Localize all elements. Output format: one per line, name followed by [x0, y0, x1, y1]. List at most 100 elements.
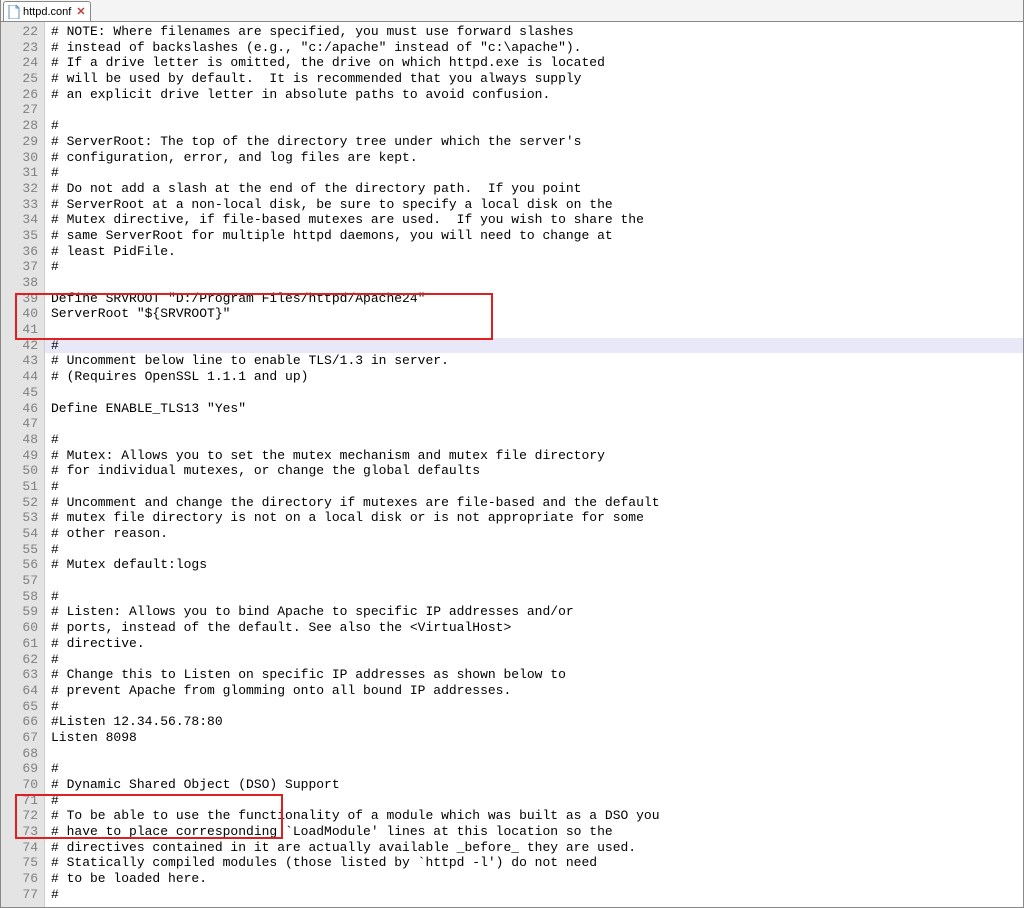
code-line[interactable]: # Uncomment below line to enable TLS/1.3… [51, 353, 1023, 369]
code-line[interactable]: # [51, 793, 1023, 809]
code-line[interactable]: # [51, 259, 1023, 275]
code-line[interactable]: # mutex file directory is not on a local… [51, 510, 1023, 526]
line-number: 55 [1, 542, 38, 558]
code-line[interactable]: #Listen 12.34.56.78:80 [51, 714, 1023, 730]
line-number: 25 [1, 71, 38, 87]
code-line[interactable]: # an explicit drive letter in absolute p… [51, 87, 1023, 103]
code-line[interactable]: # [51, 432, 1023, 448]
code-line[interactable]: # Dynamic Shared Object (DSO) Support [51, 777, 1023, 793]
code-line[interactable]: # other reason. [51, 526, 1023, 542]
code-line[interactable]: # [45, 338, 1023, 354]
line-number: 46 [1, 401, 38, 417]
code-line[interactable] [51, 275, 1023, 291]
line-number-gutter: 2223242526272829303132333435363738394041… [1, 22, 45, 907]
code-line[interactable]: Listen 8098 [51, 730, 1023, 746]
line-number: 42 [1, 338, 38, 354]
code-line[interactable]: # same ServerRoot for multiple httpd dae… [51, 228, 1023, 244]
line-number: 75 [1, 855, 38, 871]
code-line[interactable]: # Mutex: Allows you to set the mutex mec… [51, 448, 1023, 464]
code-line[interactable]: # [51, 887, 1023, 903]
code-line[interactable]: # (Requires OpenSSL 1.1.1 and up) [51, 369, 1023, 385]
code-line[interactable]: # Uncomment and change the directory if … [51, 495, 1023, 511]
line-number: 67 [1, 730, 38, 746]
code-line[interactable]: # to be loaded here. [51, 871, 1023, 887]
code-line[interactable]: # configuration, error, and log files ar… [51, 150, 1023, 166]
code-line[interactable]: Define SRVROOT "D:/Program Files/httpd/A… [51, 291, 1023, 307]
line-number: 29 [1, 134, 38, 150]
code-line[interactable]: # instead of backslashes (e.g., "c:/apac… [51, 40, 1023, 56]
line-number: 54 [1, 526, 38, 542]
line-number: 33 [1, 197, 38, 213]
line-number: 51 [1, 479, 38, 495]
line-number: 62 [1, 652, 38, 668]
line-number: 36 [1, 244, 38, 260]
code-line[interactable] [51, 322, 1023, 338]
line-number: 22 [1, 24, 38, 40]
line-number: 70 [1, 777, 38, 793]
line-number: 38 [1, 275, 38, 291]
code-line[interactable]: # ports, instead of the default. See als… [51, 620, 1023, 636]
tab-filename: httpd.conf [23, 6, 71, 18]
code-line[interactable]: # If a drive letter is omitted, the driv… [51, 55, 1023, 71]
code-line[interactable] [51, 385, 1023, 401]
line-number: 61 [1, 636, 38, 652]
line-number: 66 [1, 714, 38, 730]
line-number: 71 [1, 793, 38, 809]
code-line[interactable]: # least PidFile. [51, 244, 1023, 260]
code-line[interactable]: # directives contained in it are actuall… [51, 840, 1023, 856]
code-line[interactable]: # will be used by default. It is recomme… [51, 71, 1023, 87]
code-line[interactable]: # [51, 479, 1023, 495]
code-line[interactable]: # [51, 761, 1023, 777]
code-line[interactable]: # [51, 165, 1023, 181]
code-line[interactable] [51, 573, 1023, 589]
code-line[interactable]: # have to place corresponding `LoadModul… [51, 824, 1023, 840]
line-number: 63 [1, 667, 38, 683]
line-number: 59 [1, 604, 38, 620]
line-number: 57 [1, 573, 38, 589]
file-tab[interactable]: httpd.conf ✕ [3, 1, 91, 21]
code-line[interactable]: # [51, 652, 1023, 668]
code-line[interactable]: ServerRoot "${SRVROOT}" [51, 306, 1023, 322]
code-line[interactable] [51, 416, 1023, 432]
line-number: 39 [1, 291, 38, 307]
line-number: 37 [1, 259, 38, 275]
editor: 2223242526272829303132333435363738394041… [1, 22, 1023, 907]
code-area[interactable]: # NOTE: Where filenames are specified, y… [45, 22, 1023, 907]
code-line[interactable]: # ServerRoot: The top of the directory t… [51, 134, 1023, 150]
line-number: 77 [1, 887, 38, 903]
line-number: 52 [1, 495, 38, 511]
code-line[interactable] [51, 102, 1023, 118]
line-number: 49 [1, 448, 38, 464]
code-line[interactable] [51, 746, 1023, 762]
line-number: 34 [1, 212, 38, 228]
code-line[interactable]: # NOTE: Where filenames are specified, y… [51, 24, 1023, 40]
line-number: 40 [1, 306, 38, 322]
line-number: 31 [1, 165, 38, 181]
code-line[interactable]: # for individual mutexes, or change the … [51, 463, 1023, 479]
code-line[interactable]: # Statically compiled modules (those lis… [51, 855, 1023, 871]
code-line[interactable]: # [51, 589, 1023, 605]
line-number: 23 [1, 40, 38, 56]
code-line[interactable]: # prevent Apache from glomming onto all … [51, 683, 1023, 699]
code-line[interactable]: # [51, 542, 1023, 558]
line-number: 35 [1, 228, 38, 244]
line-number: 30 [1, 150, 38, 166]
code-line[interactable]: # Do not add a slash at the end of the d… [51, 181, 1023, 197]
close-icon[interactable]: ✕ [76, 5, 85, 18]
line-number: 24 [1, 55, 38, 71]
line-number: 53 [1, 510, 38, 526]
code-line[interactable]: # [51, 118, 1023, 134]
code-line[interactable]: Define ENABLE_TLS13 "Yes" [51, 401, 1023, 417]
code-line[interactable]: # directive. [51, 636, 1023, 652]
line-number: 47 [1, 416, 38, 432]
line-number: 32 [1, 181, 38, 197]
line-number: 28 [1, 118, 38, 134]
code-line[interactable]: # ServerRoot at a non-local disk, be sur… [51, 197, 1023, 213]
code-line[interactable]: # Listen: Allows you to bind Apache to s… [51, 604, 1023, 620]
code-line[interactable]: # Change this to Listen on specific IP a… [51, 667, 1023, 683]
tab-bar: httpd.conf ✕ [1, 0, 1023, 22]
code-line[interactable]: # To be able to use the functionality of… [51, 808, 1023, 824]
code-line[interactable]: # Mutex directive, if file-based mutexes… [51, 212, 1023, 228]
code-line[interactable]: # [51, 699, 1023, 715]
code-line[interactable]: # Mutex default:logs [51, 557, 1023, 573]
